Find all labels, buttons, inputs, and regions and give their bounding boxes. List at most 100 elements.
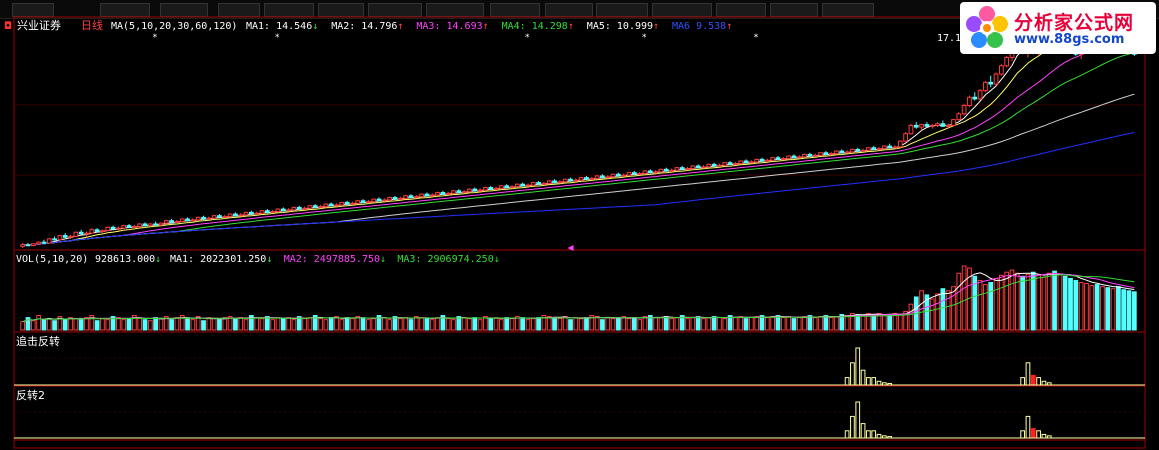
- volume-bar: [780, 317, 786, 331]
- candle: [999, 64, 1004, 76]
- volume-bar: [424, 318, 430, 331]
- candle: [759, 157, 765, 162]
- candle-body: [749, 161, 754, 164]
- candle: [137, 223, 143, 228]
- candle: [147, 223, 153, 227]
- candle: [568, 177, 573, 182]
- candle: [472, 187, 478, 192]
- ma-line-3: [22, 45, 1135, 246]
- candle: [445, 191, 451, 195]
- candle: [206, 216, 212, 220]
- volume-bar: [642, 316, 648, 331]
- volume-bar: [631, 317, 637, 331]
- volume-bar: [1105, 287, 1111, 331]
- volume-bar: [334, 316, 339, 331]
- candle-body: [233, 213, 238, 217]
- candle: [988, 75, 994, 88]
- volume-bar: [1062, 275, 1068, 331]
- candle-body: [435, 192, 440, 196]
- volume-bar: [238, 317, 244, 331]
- candle-body: [46, 238, 52, 244]
- candle: [802, 153, 807, 158]
- volume-bar: [711, 316, 717, 331]
- candle: [456, 189, 462, 194]
- volume-bar: [36, 315, 41, 331]
- candle-body: [669, 169, 674, 172]
- volume-bar: [259, 318, 265, 331]
- candle: [764, 158, 770, 162]
- candle-body: [440, 192, 446, 195]
- candle-body: [419, 193, 424, 198]
- candle-body: [116, 227, 121, 230]
- volume-bar: [770, 316, 776, 331]
- candle-body: [600, 175, 605, 179]
- candle: [770, 156, 776, 162]
- candle: [749, 160, 754, 164]
- candle-body: [201, 216, 206, 220]
- candle: [238, 213, 244, 217]
- volume-bar: [1057, 273, 1063, 331]
- candle-body: [514, 183, 520, 188]
- vol-ma-value-2: MA2: 2497885.750↓: [284, 254, 386, 266]
- candle: [163, 219, 169, 224]
- candle: [791, 154, 797, 159]
- candle-body: [568, 178, 573, 182]
- candle: [403, 194, 408, 200]
- candle-body: [557, 181, 563, 184]
- candle-body: [147, 223, 153, 227]
- candle: [727, 161, 733, 166]
- volume-bar: [499, 319, 504, 331]
- volume-bar: [493, 317, 499, 331]
- candle-body: [376, 198, 382, 202]
- volume-bar: [105, 319, 111, 331]
- candle: [286, 208, 291, 212]
- signal-2-bar: [1020, 430, 1026, 439]
- volume-bar: [344, 317, 350, 331]
- volume-bar: [1036, 274, 1041, 331]
- volume-bar: [477, 319, 483, 331]
- volume-bar: [222, 317, 228, 331]
- candle-body: [871, 147, 877, 150]
- logo-text-cn: 分析家公式网: [1014, 12, 1135, 34]
- candle: [121, 224, 127, 229]
- volume-bar: [945, 290, 951, 331]
- volume-bar: [286, 317, 291, 331]
- volume-bar: [818, 316, 823, 331]
- candle: [743, 159, 749, 164]
- volume-bar: [121, 319, 127, 331]
- ma-value-text: MA5: 10.999: [586, 21, 654, 32]
- candle-body: [328, 203, 334, 207]
- candle: [312, 204, 318, 209]
- volume-bar: [1116, 286, 1121, 331]
- candle: [903, 132, 908, 142]
- candle-body: [36, 241, 41, 245]
- chart-frame: [13, 16, 1146, 449]
- candle-body: [855, 148, 861, 152]
- candle-body: [275, 208, 281, 213]
- candle: [621, 173, 627, 177]
- candle-body: [52, 238, 57, 241]
- candle: [110, 225, 116, 230]
- signal-2-bar: [1030, 428, 1036, 439]
- candle: [557, 180, 563, 184]
- vol-ma-arrow: ↓: [493, 254, 500, 265]
- volume-bar: [802, 316, 807, 331]
- logo-url: www.88gs.com: [1014, 32, 1125, 47]
- candle: [477, 188, 483, 192]
- candle: [116, 226, 121, 231]
- candle-body: [775, 157, 781, 160]
- site-logo: 分析家公式网 www.88gs.com: [960, 2, 1156, 54]
- candle: [647, 169, 653, 174]
- candle-body: [137, 223, 143, 227]
- volume-bar: [897, 314, 903, 331]
- candle-body: [999, 65, 1004, 75]
- candle-body: [802, 153, 807, 158]
- candle-body: [126, 225, 132, 228]
- volume-bar: [435, 317, 440, 331]
- candle-body: [562, 178, 568, 183]
- candle-body: [621, 174, 627, 177]
- candle-body: [62, 235, 68, 238]
- vol-ma-value-3: MA3: 2906974.250↓: [397, 254, 499, 266]
- volume-bar: [961, 265, 967, 331]
- candle-body: [589, 177, 595, 180]
